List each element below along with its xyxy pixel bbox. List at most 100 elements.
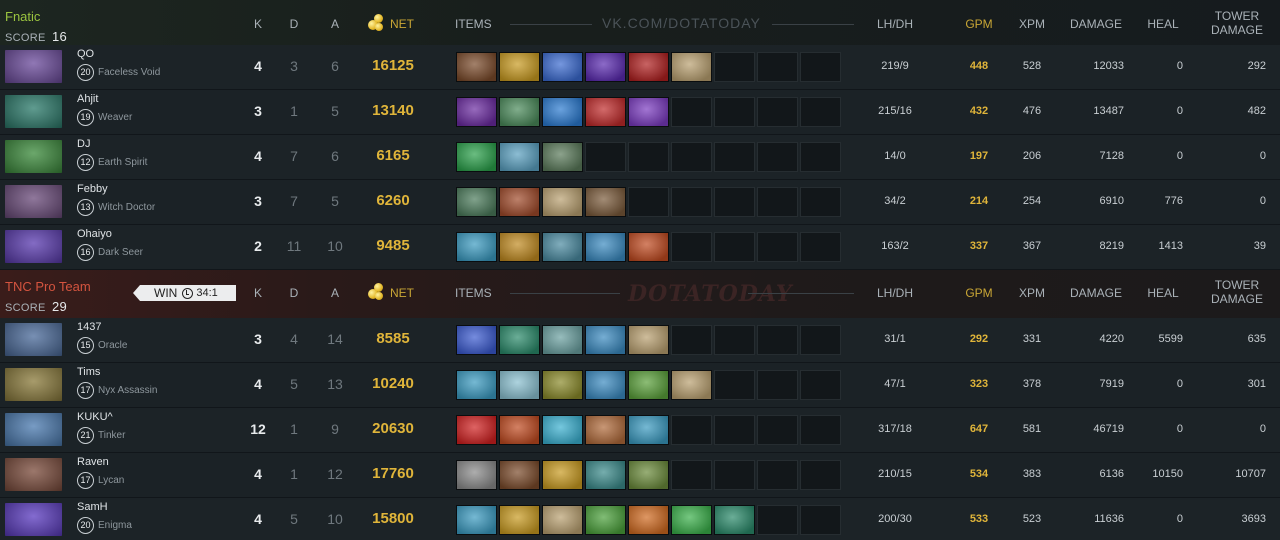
item-slot[interactable] <box>671 505 712 535</box>
empty-item-slot[interactable] <box>714 370 755 400</box>
item-slot[interactable] <box>542 505 583 535</box>
item-slot[interactable] <box>499 415 540 445</box>
empty-item-slot[interactable] <box>757 52 798 82</box>
item-slot[interactable] <box>499 460 540 490</box>
item-slot[interactable] <box>499 325 540 355</box>
player-row[interactable]: QO 20 Faceless Void 4 3 6 16125 219/9 44… <box>0 45 1280 89</box>
item-slot[interactable] <box>585 460 626 490</box>
empty-item-slot[interactable] <box>585 142 626 172</box>
item-slot[interactable] <box>628 460 669 490</box>
item-slot[interactable] <box>585 52 626 82</box>
player-row[interactable]: Febby 13 Witch Doctor 3 7 5 6260 34/2 21… <box>0 180 1280 224</box>
empty-item-slot[interactable] <box>671 325 712 355</box>
hero-portrait[interactable] <box>5 50 62 83</box>
item-slot[interactable] <box>542 370 583 400</box>
player-row[interactable]: Raven 17 Lycan 4 1 12 17760 210/15 534 3… <box>0 453 1280 497</box>
item-slot[interactable] <box>456 97 497 127</box>
hero-portrait[interactable] <box>5 368 62 401</box>
hero-portrait[interactable] <box>5 230 62 263</box>
empty-item-slot[interactable] <box>800 460 841 490</box>
player-name[interactable]: KUKU^ <box>77 411 113 423</box>
empty-item-slot[interactable] <box>757 460 798 490</box>
item-slot[interactable] <box>456 142 497 172</box>
empty-item-slot[interactable] <box>800 97 841 127</box>
item-slot[interactable] <box>585 370 626 400</box>
item-slot[interactable] <box>585 505 626 535</box>
empty-item-slot[interactable] <box>714 325 755 355</box>
player-name[interactable]: 1437 <box>77 321 101 333</box>
empty-item-slot[interactable] <box>714 142 755 172</box>
player-row[interactable]: KUKU^ 21 Tinker 12 1 9 20630 317/18 647 … <box>0 408 1280 452</box>
player-row[interactable]: Tims 17 Nyx Assassin 4 5 13 10240 47/1 3… <box>0 363 1280 407</box>
empty-item-slot[interactable] <box>671 415 712 445</box>
hero-portrait[interactable] <box>5 413 62 446</box>
item-slot[interactable] <box>542 325 583 355</box>
item-slot[interactable] <box>542 460 583 490</box>
item-slot[interactable] <box>542 142 583 172</box>
hero-portrait[interactable] <box>5 323 62 356</box>
item-slot[interactable] <box>499 370 540 400</box>
empty-item-slot[interactable] <box>714 460 755 490</box>
empty-item-slot[interactable] <box>757 142 798 172</box>
item-slot[interactable] <box>499 505 540 535</box>
item-slot[interactable] <box>585 325 626 355</box>
item-slot[interactable] <box>628 52 669 82</box>
empty-item-slot[interactable] <box>628 187 669 217</box>
item-slot[interactable] <box>585 415 626 445</box>
empty-item-slot[interactable] <box>671 232 712 262</box>
hero-portrait[interactable] <box>5 185 62 218</box>
player-name[interactable]: Ahjit <box>77 93 98 105</box>
item-slot[interactable] <box>628 370 669 400</box>
empty-item-slot[interactable] <box>800 415 841 445</box>
item-slot[interactable] <box>456 52 497 82</box>
item-slot[interactable] <box>585 187 626 217</box>
empty-item-slot[interactable] <box>671 460 712 490</box>
hero-portrait[interactable] <box>5 503 62 536</box>
item-slot[interactable] <box>456 505 497 535</box>
item-slot[interactable] <box>456 460 497 490</box>
empty-item-slot[interactable] <box>757 505 798 535</box>
empty-item-slot[interactable] <box>800 187 841 217</box>
empty-item-slot[interactable] <box>671 187 712 217</box>
empty-item-slot[interactable] <box>714 97 755 127</box>
empty-item-slot[interactable] <box>714 187 755 217</box>
hero-portrait[interactable] <box>5 140 62 173</box>
item-slot[interactable] <box>671 52 712 82</box>
item-slot[interactable] <box>542 415 583 445</box>
item-slot[interactable] <box>628 505 669 535</box>
empty-item-slot[interactable] <box>800 370 841 400</box>
player-name[interactable]: DJ <box>77 138 90 150</box>
item-slot[interactable] <box>499 97 540 127</box>
empty-item-slot[interactable] <box>757 370 798 400</box>
player-row[interactable]: SamH 20 Enigma 4 5 10 15800 200/30 533 5… <box>0 498 1280 540</box>
item-slot[interactable] <box>456 415 497 445</box>
empty-item-slot[interactable] <box>800 325 841 355</box>
item-slot[interactable] <box>714 505 755 535</box>
item-slot[interactable] <box>499 142 540 172</box>
empty-item-slot[interactable] <box>671 142 712 172</box>
player-row[interactable]: Ohaiyo 16 Dark Seer 2 11 10 9485 163/2 3… <box>0 225 1280 269</box>
player-row[interactable]: DJ 12 Earth Spirit 4 7 6 6165 14/0 197 2… <box>0 135 1280 179</box>
player-name[interactable]: Febby <box>77 183 108 195</box>
hero-portrait[interactable] <box>5 458 62 491</box>
empty-item-slot[interactable] <box>714 232 755 262</box>
empty-item-slot[interactable] <box>714 52 755 82</box>
player-row[interactable]: Ahjit 19 Weaver 3 1 5 13140 215/16 432 4… <box>0 90 1280 134</box>
item-slot[interactable] <box>628 415 669 445</box>
item-slot[interactable] <box>499 52 540 82</box>
empty-item-slot[interactable] <box>757 232 798 262</box>
player-name[interactable]: SamH <box>77 501 108 513</box>
item-slot[interactable] <box>671 370 712 400</box>
item-slot[interactable] <box>542 97 583 127</box>
item-slot[interactable] <box>499 187 540 217</box>
item-slot[interactable] <box>456 232 497 262</box>
empty-item-slot[interactable] <box>800 232 841 262</box>
empty-item-slot[interactable] <box>800 142 841 172</box>
player-name[interactable]: Raven <box>77 456 109 468</box>
item-slot[interactable] <box>585 97 626 127</box>
empty-item-slot[interactable] <box>757 325 798 355</box>
item-slot[interactable] <box>628 232 669 262</box>
item-slot[interactable] <box>542 52 583 82</box>
item-slot[interactable] <box>456 370 497 400</box>
player-row[interactable]: 1437 15 Oracle 3 4 14 8585 31/1 292 331 … <box>0 318 1280 362</box>
